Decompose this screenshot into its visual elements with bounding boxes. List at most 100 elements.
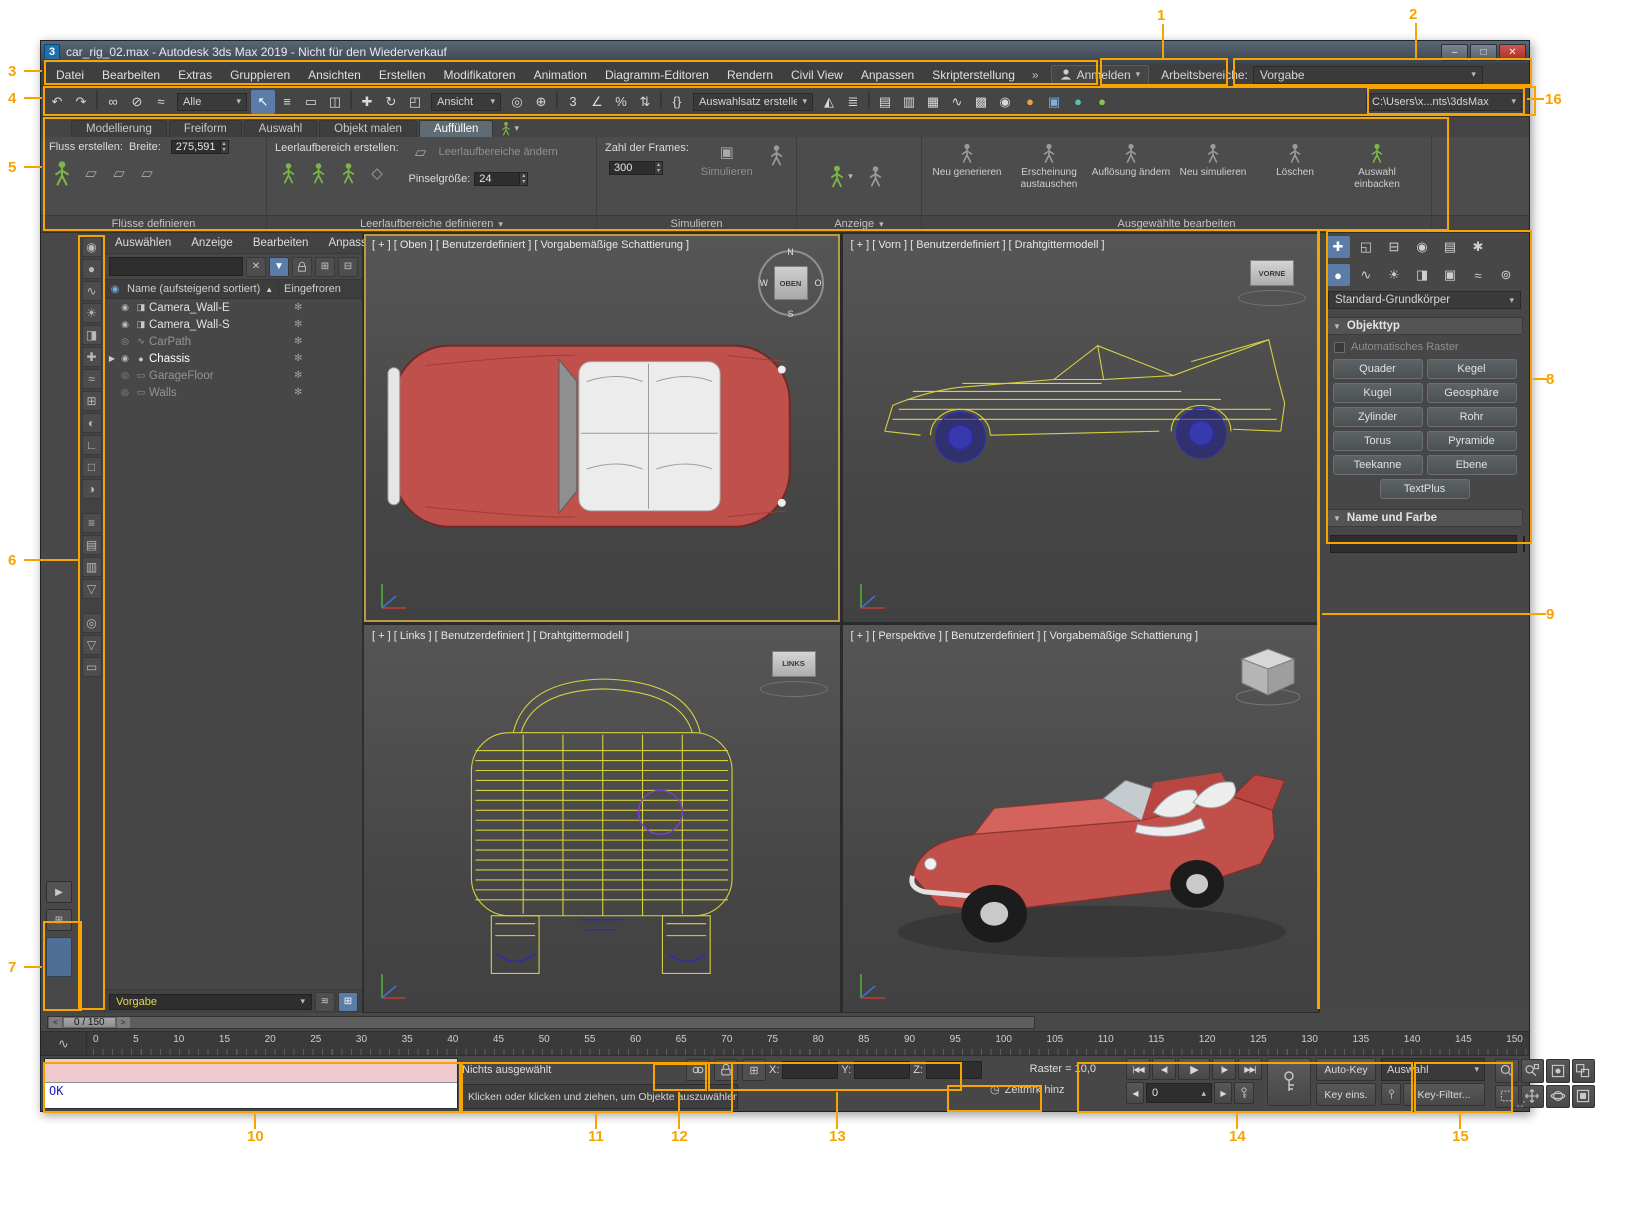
object-type-button[interactable]: Zylinder [1333,407,1423,427]
next-key-button[interactable]: |▶ [1212,1058,1236,1080]
ribbon-tab-freiform[interactable]: Freiform [169,120,242,137]
key-selection-dropdown[interactable]: Auswahl ▾ [1381,1058,1485,1081]
row-state-column-icon[interactable]: ◉ [105,284,125,295]
zoom-extents-all-icon[interactable] [1572,1059,1596,1083]
motion-tab[interactable]: ◉ [1410,236,1434,258]
modify-idle-areas-button[interactable]: ▱ Leerlaufbereiche ändern [409,140,559,164]
explorer-menu-item[interactable]: Anzeige [181,235,243,251]
filter-icon[interactable]: ▼ [269,257,289,277]
strip-display-materials-icon[interactable]: ◑ [82,479,102,499]
time-slider-track[interactable]: < 0 / 150 > [47,1016,1035,1029]
lock-icon[interactable] [292,257,312,277]
flows-group-caption[interactable]: Flüsse definieren [41,215,266,232]
helpers-category-icon[interactable]: ▣ [1438,264,1462,286]
selection-lock-icon[interactable] [714,1059,738,1081]
viewcube-face[interactable]: OBEN [774,266,808,300]
open-explorer-button[interactable]: ▶ [46,881,72,903]
viewport-front[interactable]: [ + ] [ Vorn ] [ Benutzerdefiniert ] [ D… [843,234,1319,622]
select-object-icon[interactable]: ↖ [251,90,275,114]
modify-tab[interactable]: ◱ [1354,236,1378,258]
next-frame-button[interactable]: > [117,1017,130,1028]
lights-category-icon[interactable]: ☀ [1382,264,1406,286]
play-button[interactable]: ▶ [1178,1058,1210,1080]
scene-row-chassis[interactable]: ▶ ◉ ● Chassis ✻ [105,350,362,367]
display-group-caption[interactable]: Anzeige ▾ [797,215,921,232]
edit-selected-button[interactable]: Neu generieren [926,139,1008,213]
minimize-button[interactable]: – [1441,44,1468,61]
viewport-perspective[interactable]: [ + ] [ Perspektive ] [ Benutzerdefinier… [843,625,1319,1013]
create-seated-idle-button[interactable] [305,158,331,188]
strip-display-spacewarps-icon[interactable]: ≈ [82,369,102,389]
strip-list-view-icon[interactable]: ▤ [82,535,102,555]
idle-group-caption[interactable]: Leerlaufbereiche definieren ▾ [267,215,596,232]
objecttype-rollout-header[interactable]: ▼ Objekttyp [1326,317,1523,335]
menu-item[interactable]: Modifikatoren [435,65,525,85]
toolbar-separator[interactable] [868,90,870,110]
listener-output-line[interactable]: OK [45,1083,457,1108]
strip-display-groups-icon[interactable]: ⊞ [82,391,102,411]
namecolor-rollout-header[interactable]: ▼ Name und Farbe [1326,509,1523,527]
schematic-view-icon[interactable]: ▩ [969,90,993,114]
visibility-icon[interactable]: ◎ [117,387,133,398]
reference-coordinate-dropdown[interactable]: Ansicht ▾ [431,93,501,111]
spinner-snap-icon[interactable]: ⇅ [633,90,657,114]
strip-pin-icon[interactable]: ▽ [82,635,102,655]
angle-snap-icon[interactable]: ∠ [585,90,609,114]
redo-icon[interactable]: ↷ [69,90,93,114]
object-type-button[interactable]: Teekanne [1333,455,1423,475]
menu-item[interactable]: Anpassen [852,65,923,85]
zoom-extents-icon[interactable] [1546,1059,1570,1083]
mini-curve-editor-button[interactable]: ∿ [41,1032,87,1055]
snaps-toggle-icon[interactable]: 3 [561,90,585,114]
current-frame-field[interactable]: 0 ▴ [1146,1083,1212,1103]
previous-key-button[interactable]: ◀| [1152,1058,1176,1080]
maxscript-mini-listener[interactable]: OK [44,1058,458,1109]
visibility-icon[interactable]: ◉ [117,353,133,364]
unlink-selection-icon[interactable]: ⊘ [125,90,149,114]
shapes-category-icon[interactable]: ∿ [1354,264,1378,286]
flow-from-edge-icon[interactable]: ▱ [107,161,131,185]
frozen-icon[interactable]: ✻ [278,353,362,364]
flow-from-spline-icon[interactable]: ▱ [135,161,159,185]
previous-frame-button[interactable]: < [49,1017,62,1028]
menu-item[interactable]: Bearbeiten [93,65,169,85]
render-setup-icon[interactable]: ● [1018,90,1042,114]
ribbon-tab-objekt-malen[interactable]: Objekt malen [319,120,417,137]
step-forward-button[interactable]: ▶ [1214,1082,1232,1104]
strip-display-shapes-icon[interactable]: ∿ [82,281,102,301]
explorer-search-input[interactable] [109,257,243,276]
edit-selected-button[interactable]: Auswahl einbacken [1336,139,1418,213]
key-mode-toggle-icon[interactable] [1234,1082,1254,1104]
isolate-selection-icon[interactable] [686,1059,710,1081]
frozen-icon[interactable]: ✻ [278,370,362,381]
toggle-scene-explorer-icon[interactable]: ▤ [873,90,897,114]
menu-item[interactable]: Erstellen [370,65,435,85]
brush-size-spinner[interactable]: 24 ▴▾ [474,172,528,186]
object-category-dropdown[interactable]: Standard-Grundkörper ▾ [1328,291,1521,309]
strip-display-containers-icon[interactable]: □ [82,457,102,477]
use-pivot-center-icon[interactable]: ◎ [505,90,529,114]
zoom-icon[interactable] [1495,1059,1519,1083]
display-crowd-icon[interactable] [863,161,889,191]
go-to-end-button[interactable]: ▶▶| [1238,1058,1262,1080]
strip-folder-icon[interactable]: ▭ [82,657,102,677]
toggle-layer-explorer-icon[interactable]: ▥ [897,90,921,114]
maximize-button[interactable]: □ [1470,44,1497,61]
collapse-all-icon[interactable]: ⊟ [338,257,358,277]
resimulate-crowd-icon[interactable] [765,140,788,170]
scene-row-carpath[interactable]: ◎ ∿ CarPath ✻ [105,333,362,350]
strip-display-lights-icon[interactable]: ☀ [82,303,102,323]
create-tab[interactable]: ✚ [1326,236,1350,258]
strip-filter-icon[interactable]: ▽ [82,579,102,599]
maximize-viewport-icon[interactable] [1572,1085,1596,1109]
track-bar-ruler[interactable]: 0510152025303540455055606570758085909510… [87,1032,1529,1055]
align-icon[interactable]: ≣ [841,90,865,114]
clear-search-icon[interactable]: ✕ [246,257,266,277]
curve-editor-icon[interactable]: ∿ [945,90,969,114]
strip-display-helpers-icon[interactable]: ✚ [82,347,102,367]
ribbon-tab-auswahl[interactable]: Auswahl [244,120,317,137]
edit-selected-button[interactable]: Löschen [1254,139,1336,213]
edit-selected-button[interactable]: Erscheinung austauschen [1008,139,1090,213]
select-and-manipulate-icon[interactable]: ⊕ [529,90,553,114]
scene-row-walls[interactable]: ◎ ▭ Walls ✻ [105,384,362,401]
